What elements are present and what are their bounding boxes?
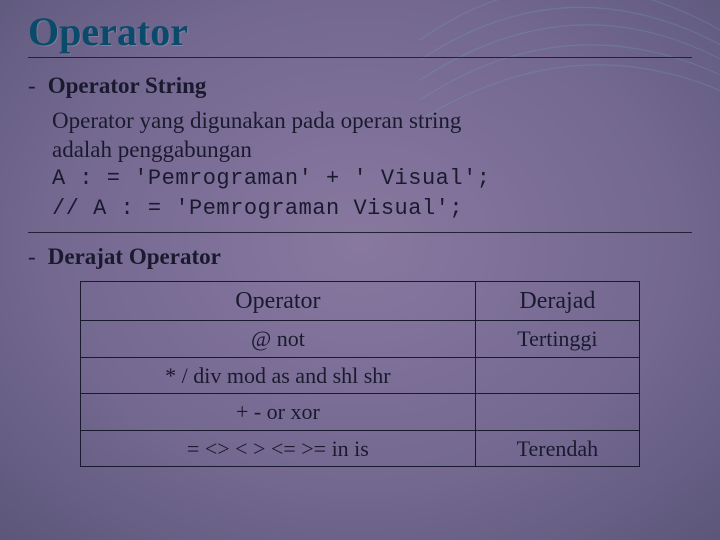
table-header-row: Operator Derajad — [81, 282, 640, 321]
table-row: @ not Tertinggi — [81, 321, 640, 358]
title-underline — [28, 57, 692, 58]
header-derajad: Derajad — [475, 282, 639, 321]
section-divider — [28, 232, 692, 233]
cell-ops: @ not — [81, 321, 476, 358]
cell-level: Terendah — [475, 430, 639, 467]
bullet-operator-string: - Operator String — [28, 72, 692, 101]
cell-level — [475, 394, 639, 431]
table-row: = <> < > <= >= in is Terendah — [81, 430, 640, 467]
code-line-1: A : = 'Pemrograman' + ' Visual'; — [52, 164, 692, 194]
section1-heading: Operator String — [48, 73, 207, 98]
table-row: * / div mod as and shl shr — [81, 357, 640, 394]
cell-level — [475, 357, 639, 394]
bullet-derajat-operator: - Derajat Operator — [28, 243, 692, 272]
cell-ops: + - or xor — [81, 394, 476, 431]
cell-level: Tertinggi — [475, 321, 639, 358]
cell-ops: * / div mod as and shl shr — [81, 357, 476, 394]
header-operator: Operator — [81, 282, 476, 321]
bullet-dash: - — [28, 72, 42, 101]
table-row: + - or xor — [81, 394, 640, 431]
section1-desc1: Operator yang digunakan pada operan stri… — [52, 107, 692, 136]
cell-ops: = <> < > <= >= in is — [81, 430, 476, 467]
slide-body: - Operator String Operator yang digunaka… — [28, 72, 692, 467]
section2-heading: Derajat Operator — [48, 244, 221, 269]
section1-desc2: adalah penggabungan — [52, 136, 692, 165]
slide-title: Operator — [28, 8, 692, 55]
bullet-dash: - — [28, 243, 42, 272]
slide: Operator - Operator String Operator yang… — [0, 0, 720, 540]
precedence-table: Operator Derajad @ not Tertinggi * / div… — [80, 281, 640, 467]
code-line-2: // A : = 'Pemrograman Visual'; — [52, 194, 692, 224]
